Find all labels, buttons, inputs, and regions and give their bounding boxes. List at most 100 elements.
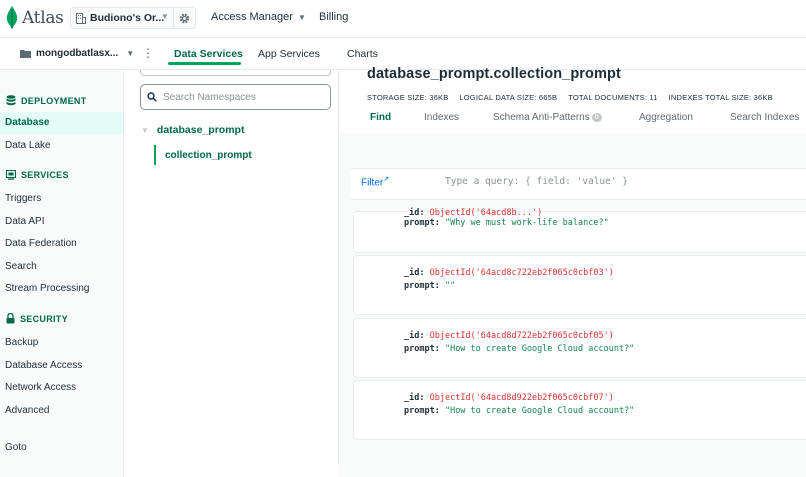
sidebar-item-database-access[interactable]: Database Access: [5, 360, 82, 371]
selected-collection-indicator: [154, 145, 156, 165]
services-icon: [6, 170, 16, 180]
id-key: _id:: [404, 208, 425, 218]
chevron-down-icon: ▼: [141, 125, 149, 135]
prompt-value: "Why we must work-life balance?": [444, 218, 609, 228]
filter-link[interactable]: Filter↗: [361, 175, 389, 188]
id-key: _id:: [404, 331, 425, 341]
collection-main-area: database_prompt.collection_prompt STORAG…: [339, 66, 806, 477]
sidebar-item-advanced[interactable]: Advanced: [5, 405, 49, 416]
database-icon: [6, 95, 16, 106]
gear-icon: [179, 13, 190, 23]
atlas-logo[interactable]: Atlas: [6, 6, 64, 30]
sidebar-item-database[interactable]: Database: [0, 112, 123, 134]
deployment-heading: DEPLOYMENT: [21, 95, 87, 106]
sidebar-item-network-access[interactable]: Network Access: [5, 382, 76, 393]
document-card[interactable]: _id: ObjectId('64acd8b...') prompt: "Why…: [353, 208, 806, 253]
lock-icon: [6, 313, 15, 324]
top-navigation-bar: Atlas Budiono's Or... ▼ Access Manager ▼ …: [0, 0, 806, 38]
chevron-down-icon: ▼: [126, 49, 135, 58]
namespace-database-item[interactable]: ▼ database_prompt: [141, 124, 244, 136]
document-prompt-line: prompt: "Why we must work-life balance?": [404, 218, 609, 228]
document-prompt-line: prompt: "": [404, 281, 455, 291]
tab-schema-anti-patterns[interactable]: Schema Anti-Patterns 0: [493, 112, 602, 123]
prompt-value: "How to create Google Cloud account?": [444, 406, 635, 416]
document-prompt-line: prompt: "How to create Google Cloud acco…: [404, 344, 634, 354]
sidebar-item-backup[interactable]: Backup: [5, 337, 38, 348]
search-icon: [147, 92, 157, 102]
sidebar-item-stream-processing[interactable]: Stream Processing: [5, 283, 89, 294]
organization-settings-button[interactable]: [173, 8, 195, 28]
access-manager-label: Access Manager: [211, 11, 293, 23]
organization-selector[interactable]: Budiono's Or... ▼: [70, 7, 196, 29]
sidebar-item-data-lake[interactable]: Data Lake: [5, 140, 51, 151]
collection-title: database_prompt.collection_prompt: [367, 66, 621, 82]
document-card[interactable]: _id: ObjectId('64acd8d922eb2f065c0cbf07'…: [353, 380, 806, 440]
object-id-value: ObjectId('64acd8c722eb2f065c0cbf03'): [429, 268, 614, 278]
collection-stats: STORAGE SIZE: 36KB LOGICAL DATA SIZE: 66…: [367, 93, 773, 102]
tab-search-indexes[interactable]: Search Indexes: [730, 112, 800, 123]
namespace-panel: ▼ database_prompt collection_prompt: [124, 70, 339, 464]
logical-data-size-stat: LOGICAL DATA SIZE: 665B: [459, 93, 558, 102]
database-name: database_prompt: [156, 124, 245, 136]
tab-aggregation[interactable]: Aggregation: [639, 112, 693, 123]
namespace-panel-top-control[interactable]: [140, 70, 331, 76]
services-heading: SERVICES: [21, 170, 69, 180]
folder-icon: [20, 50, 31, 58]
query-filter-bar: Filter↗ Type a query: { field: 'value' }: [351, 168, 806, 200]
security-heading: SECURITY: [20, 313, 68, 324]
sidebar-item-search[interactable]: Search: [5, 261, 37, 272]
document-card[interactable]: _id: ObjectId('64acd8c722eb2f065c0cbf03'…: [353, 255, 806, 315]
sidebar-item-goto[interactable]: Goto: [5, 442, 27, 453]
sidebar-item-triggers[interactable]: Triggers: [5, 193, 41, 204]
schema-anti-patterns-label: Schema Anti-Patterns: [493, 112, 590, 123]
project-selector[interactable]: mongodbatlasx... ▼: [20, 48, 134, 59]
prompt-key: prompt:: [404, 218, 440, 228]
sidebar-item-data-federation[interactable]: Data Federation: [5, 238, 77, 249]
chevron-down-icon: ▼: [297, 13, 306, 22]
prompt-key: prompt:: [404, 344, 440, 354]
billing-link[interactable]: Billing: [319, 11, 348, 23]
tab-find[interactable]: Find: [370, 112, 391, 123]
object-id-value: ObjectId('64acd8d722eb2f065c0cbf05'): [429, 331, 614, 341]
object-id-value: ObjectId('64acd8b...'): [429, 208, 543, 218]
namespace-search-input[interactable]: [163, 91, 323, 103]
tab-indexes[interactable]: Indexes: [424, 112, 459, 123]
sidebar-item-data-api[interactable]: Data API: [5, 216, 44, 227]
document-card[interactable]: _id: ObjectId('64acd8d722eb2f065c0cbf05'…: [353, 318, 806, 378]
prompt-key: prompt:: [404, 281, 440, 291]
query-input[interactable]: Type a query: { field: 'value' }: [445, 176, 628, 187]
document-id-line: _id: ObjectId('64acd8d922eb2f065c0cbf07'…: [404, 393, 614, 403]
collection-header: database_prompt.collection_prompt STORAG…: [339, 66, 806, 134]
external-link-icon: ↗: [383, 176, 390, 183]
tab-data-services[interactable]: Data Services: [174, 48, 243, 60]
document-id-line: _id: ObjectId('64acd8c722eb2f065c0cbf03'…: [404, 268, 614, 278]
organization-name: Budiono's Or...: [90, 12, 165, 24]
anti-patterns-count-badge: 0: [591, 113, 602, 122]
namespace-collection-item[interactable]: collection_prompt: [165, 150, 252, 161]
object-id-value: ObjectId('64acd8d922eb2f065c0cbf07'): [429, 393, 614, 403]
total-documents-stat: TOTAL DOCUMENTS: 11: [568, 93, 658, 102]
prompt-key: prompt:: [404, 406, 440, 416]
indexes-total-size-stat: INDEXES TOTAL SIZE: 36KB: [668, 93, 773, 102]
id-key: _id:: [404, 268, 425, 278]
tab-app-services[interactable]: App Services: [258, 48, 320, 60]
document-id-line: _id: ObjectId('64acd8b...'): [404, 208, 542, 218]
building-icon: [76, 12, 86, 24]
chevron-down-icon: ▼: [161, 12, 169, 21]
document-id-line: _id: ObjectId('64acd8d722eb2f065c0cbf05'…: [404, 331, 614, 341]
project-options-icon[interactable]: ⋮: [142, 47, 154, 59]
security-section-header: SECURITY: [6, 313, 68, 324]
services-section-header: SERVICES: [6, 170, 69, 180]
tab-charts[interactable]: Charts: [347, 48, 378, 60]
id-key: _id:: [404, 393, 425, 403]
access-manager-menu[interactable]: Access Manager ▼: [211, 11, 306, 23]
mongodb-leaf-icon: [6, 6, 18, 29]
document-prompt-line: prompt: "How to create Google Cloud acco…: [404, 406, 634, 416]
atlas-wordmark: Atlas: [22, 8, 64, 28]
deployment-section-header: DEPLOYMENT: [6, 95, 87, 106]
namespace-search-box[interactable]: [140, 84, 331, 110]
collection-tabs: Find Indexes Schema Anti-Patterns 0 Aggre…: [339, 112, 806, 134]
active-tab-indicator: [168, 62, 241, 65]
left-sidebar: DEPLOYMENT Database Data Lake SERVICES T…: [0, 71, 124, 477]
storage-size-stat: STORAGE SIZE: 36KB: [367, 93, 449, 102]
